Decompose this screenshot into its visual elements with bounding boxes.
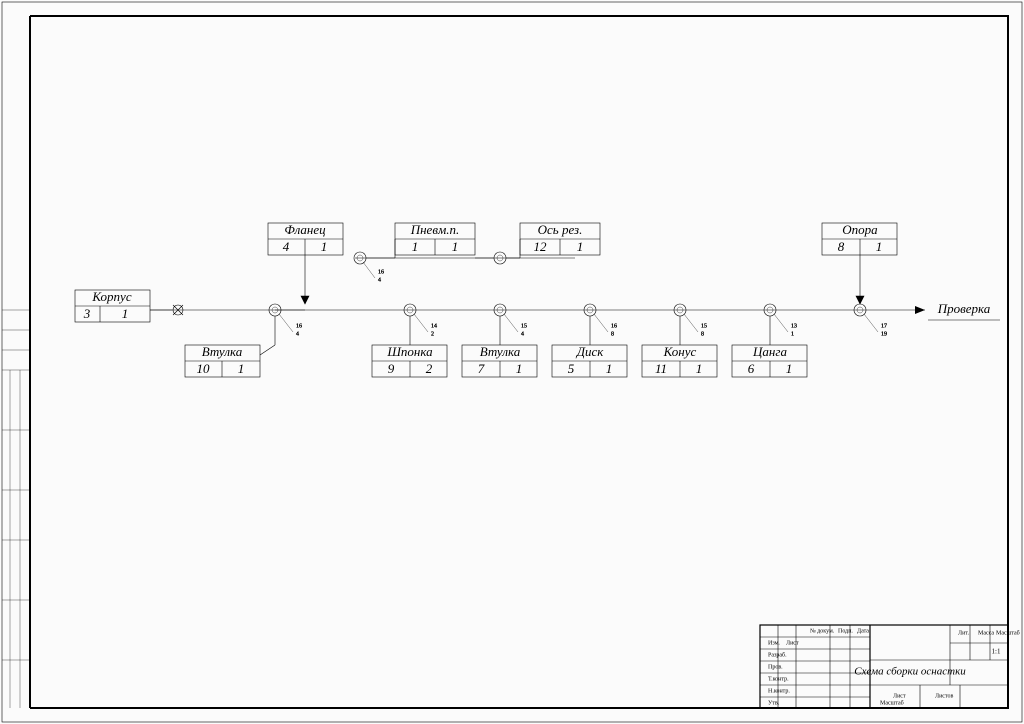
svg-text:Масса: Масса (978, 630, 994, 636)
part-tsanga: Цанга 6 1 (732, 344, 807, 377)
svg-text:1: 1 (876, 239, 883, 254)
svg-text:Дата: Дата (857, 628, 869, 634)
svg-text:Проверка: Проверка (937, 301, 991, 316)
svg-text:Лит.: Лит. (958, 630, 969, 636)
drawing-title: Схема сборки оснастки (854, 666, 966, 678)
svg-text:Утв.: Утв. (768, 700, 780, 706)
svg-text:1: 1 (696, 361, 703, 376)
left-margin-stubs (2, 310, 30, 708)
svg-text:16: 16 (611, 323, 617, 329)
svg-text:Цанга: Цанга (752, 344, 787, 359)
label: Корпус (91, 289, 131, 304)
svg-text:8: 8 (611, 331, 614, 337)
svg-text:1: 1 (577, 239, 584, 254)
svg-text:Н.контр.: Н.контр. (768, 688, 790, 694)
svg-text:14: 14 (431, 323, 437, 329)
svg-text:11: 11 (655, 361, 667, 376)
svg-text:17: 17 (881, 323, 887, 329)
svg-text:Масштаб: Масштаб (880, 699, 904, 706)
annotations: 16 4 16 4 14 2 15 4 16 8 15 8 13 1 17 19 (279, 262, 887, 337)
svg-text:Разраб.: Разраб. (768, 651, 787, 658)
svg-text:2: 2 (431, 331, 434, 337)
svg-text:16: 16 (378, 269, 384, 275)
svg-text:8: 8 (701, 331, 704, 337)
svg-text:Лист: Лист (786, 640, 799, 646)
svg-text:15: 15 (701, 323, 707, 329)
svg-text:4: 4 (378, 277, 381, 283)
svg-text:15: 15 (521, 323, 527, 329)
svg-text:Лист: Лист (893, 693, 906, 699)
svg-text:Пров.: Пров. (768, 664, 783, 670)
svg-text:Ось рез.: Ось рез. (538, 222, 583, 237)
svg-text:5: 5 (568, 361, 575, 376)
svg-text:4: 4 (521, 331, 524, 337)
connectors (275, 255, 864, 345)
svg-text:13: 13 (791, 323, 797, 329)
svg-text:1: 1 (452, 239, 459, 254)
part-flanets: Фланец 4 1 (268, 222, 343, 255)
svg-text:Шпонка: Шпонка (386, 344, 433, 359)
svg-text:Подп.: Подп. (838, 628, 853, 634)
svg-text:1: 1 (791, 331, 794, 337)
pos: 3 (83, 306, 91, 321)
svg-text:9: 9 (388, 361, 395, 376)
svg-text:Фланец: Фланец (284, 222, 326, 237)
svg-text:6: 6 (748, 361, 755, 376)
svg-text:Опора: Опора (842, 222, 878, 237)
svg-text:10: 10 (197, 361, 211, 376)
svg-text:4: 4 (296, 331, 299, 337)
part-vtulka10: Втулка 10 1 (185, 344, 275, 377)
arrow-to-check (915, 306, 925, 314)
svg-text:1: 1 (238, 361, 245, 376)
svg-text:1: 1 (606, 361, 613, 376)
svg-text:8: 8 (838, 239, 845, 254)
part-opora: Опора 8 1 (822, 222, 897, 255)
svg-text:1: 1 (516, 361, 523, 376)
assembly-diagram: Корпус 3 1 Втулка (0, 0, 1024, 724)
qty: 1 (122, 306, 129, 321)
svg-text:1: 1 (412, 239, 419, 254)
part-shponka: Шпонка 9 2 (372, 344, 447, 377)
svg-text:12: 12 (534, 239, 548, 254)
svg-text:16: 16 (296, 323, 302, 329)
svg-text:Листов: Листов (935, 693, 953, 699)
part-pnevm: Пневм.п. 1 1 (366, 222, 475, 258)
svg-text:Диск: Диск (575, 344, 605, 359)
check-label: Проверка (928, 301, 1000, 320)
svg-text:Конус: Конус (663, 344, 697, 359)
svg-text:Т.контр.: Т.контр. (768, 676, 789, 682)
svg-text:1:1: 1:1 (992, 648, 1001, 656)
part-vtulka7: Втулка 7 1 (462, 344, 537, 377)
svg-text:Масштаб: Масштаб (996, 629, 1020, 636)
svg-text:Втулка: Втулка (202, 344, 243, 359)
svg-text:1: 1 (786, 361, 793, 376)
part-disk: Диск 5 1 (552, 344, 627, 377)
svg-text:Изм.: Изм. (768, 640, 780, 646)
svg-text:Втулка: Втулка (480, 344, 521, 359)
svg-text:№ докум.: № докум. (810, 628, 835, 634)
svg-text:1: 1 (321, 239, 328, 254)
svg-text:Пневм.п.: Пневм.п. (410, 222, 460, 237)
svg-text:2: 2 (426, 361, 433, 376)
title-block: Изм. Лист № докум. Подп. Дата Разраб. Пр… (760, 625, 1020, 708)
svg-text:7: 7 (478, 361, 485, 376)
part-korpus: Корпус 3 1 (75, 289, 150, 322)
svg-text:4: 4 (283, 239, 290, 254)
part-konus: Конус 11 1 (642, 344, 717, 377)
svg-text:19: 19 (881, 331, 887, 337)
part-osrez: Ось рез. 12 1 (506, 222, 600, 258)
